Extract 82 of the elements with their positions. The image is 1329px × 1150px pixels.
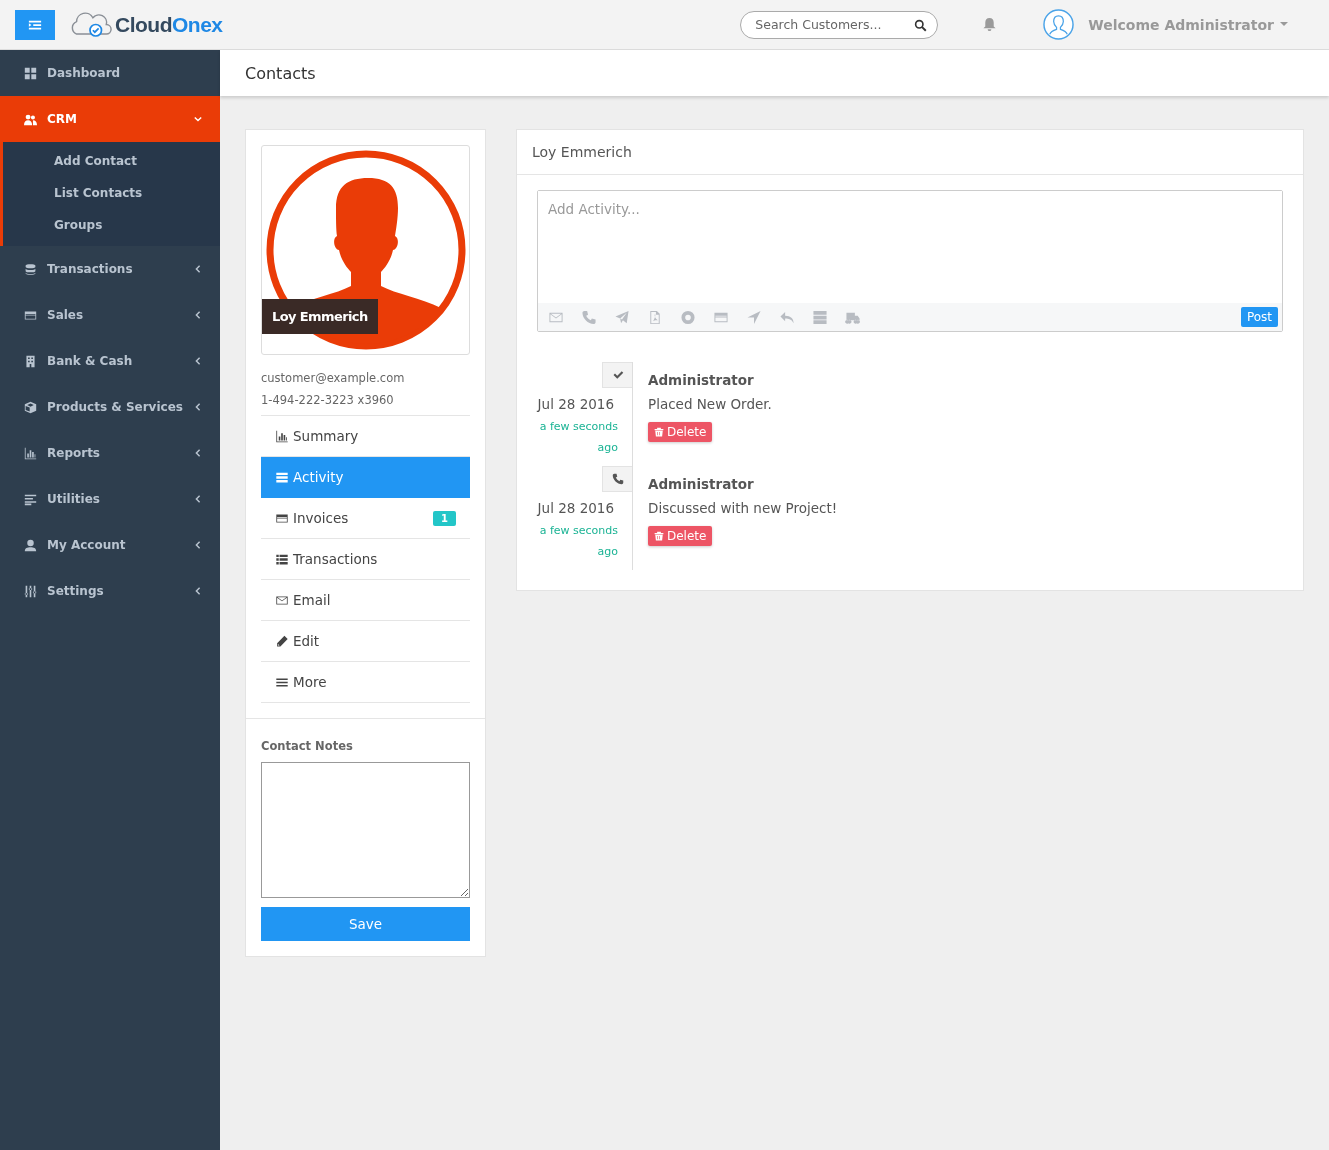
logo-text: CloudOnex xyxy=(115,12,223,37)
contact-email: customer@example.com xyxy=(261,371,406,385)
sidebar-item[interactable]: Utilities xyxy=(0,476,220,522)
chevron-left-icon xyxy=(194,357,202,365)
paper-plane-icon[interactable] xyxy=(614,309,630,325)
entry-date: Jul 28 2016 xyxy=(537,500,615,516)
sliders-icon xyxy=(24,584,37,598)
sidebar-item[interactable]: Transactions xyxy=(0,246,220,292)
notes-label: Contact Notes xyxy=(261,739,354,753)
contact-menu-item[interactable]: Email xyxy=(261,580,470,621)
bar-chart-icon xyxy=(24,446,37,460)
entry-date: Jul 28 2016 xyxy=(537,396,615,412)
chevron-left-icon xyxy=(194,495,202,503)
bell-icon[interactable] xyxy=(982,17,998,32)
entry-time: a few seconds ago xyxy=(538,419,619,456)
activity-card-title: Loy Emmerich xyxy=(517,130,1303,175)
sidebar-item[interactable]: Reports xyxy=(0,430,220,476)
contact-menu-item[interactable]: Invoices 1 xyxy=(261,498,470,539)
user-avatar-icon[interactable] xyxy=(1043,9,1075,40)
activity-composer[interactable]: Add Activity... Post xyxy=(537,190,1283,332)
page-title: Contacts xyxy=(245,63,316,83)
sidebar-item[interactable]: Products & Services xyxy=(0,384,220,430)
sidebar-item[interactable]: CRM xyxy=(0,96,220,142)
save-button[interactable]: Save xyxy=(261,907,470,941)
trash-icon xyxy=(654,531,664,541)
cube-icon xyxy=(24,400,37,414)
phone-icon[interactable] xyxy=(581,309,597,325)
user-icon xyxy=(24,538,37,552)
contact-menu-item[interactable]: More xyxy=(261,662,470,703)
name-caption: Loy Emmerich xyxy=(262,299,378,334)
contact-menu-item[interactable]: Transactions xyxy=(261,539,470,580)
card-icon xyxy=(275,511,289,525)
sidebar-item[interactable]: My Account xyxy=(0,522,220,568)
contact-menu-item[interactable]: Activity xyxy=(261,457,470,498)
card-icon xyxy=(24,308,37,322)
chevron-left-icon xyxy=(194,311,202,319)
delete-button[interactable]: Delete xyxy=(648,526,713,546)
submenu-item[interactable]: List Contacts xyxy=(3,177,220,209)
entry-author: Administrator xyxy=(648,476,755,492)
contact-phone: 1-494-222-3223 x3960 xyxy=(261,393,470,416)
chevron-left-icon xyxy=(194,265,202,273)
delete-button[interactable]: Delete xyxy=(648,422,713,442)
trash-icon xyxy=(654,427,664,437)
submenu-item[interactable]: Add Contact xyxy=(3,145,220,177)
entry-time: a few seconds ago xyxy=(538,523,619,560)
stack-icon xyxy=(275,470,289,484)
users-icon xyxy=(24,112,37,126)
grid-icon xyxy=(24,66,37,80)
submenu-item[interactable]: Groups xyxy=(3,209,220,241)
menu-icon xyxy=(275,675,289,689)
envelope-icon xyxy=(275,593,289,607)
menu-toggle-button[interactable] xyxy=(15,9,55,40)
bar-chart-icon xyxy=(275,429,289,443)
check-icon xyxy=(611,369,624,381)
notes-field[interactable] xyxy=(261,762,470,898)
lines-icon xyxy=(24,492,37,506)
building-icon xyxy=(24,354,37,368)
list-icon xyxy=(275,552,289,566)
post-button[interactable]: Post xyxy=(1240,307,1278,327)
server-icon[interactable] xyxy=(812,309,828,325)
count-badge: 1 xyxy=(433,510,456,526)
search-field[interactable]: Search Customers... xyxy=(740,10,939,39)
contact-menu-item[interactable]: Edit xyxy=(261,621,470,662)
chevron-left-icon xyxy=(194,449,202,457)
pdf-file-icon[interactable] xyxy=(647,309,663,325)
sidebar-item[interactable]: Sales xyxy=(0,292,220,338)
sidebar-item[interactable]: Settings xyxy=(0,568,220,614)
entry-text: Discussed with new Project! xyxy=(648,500,838,516)
search-icon[interactable] xyxy=(914,18,928,32)
caret-icon xyxy=(1280,22,1288,27)
database-icon xyxy=(24,262,37,276)
sidebar-item[interactable]: Bank & Cash xyxy=(0,338,220,384)
sidebar-item[interactable]: Dashboard xyxy=(0,50,220,96)
pencil-icon xyxy=(275,634,289,648)
chevron-left-icon xyxy=(194,403,202,411)
phone-icon xyxy=(611,473,624,485)
entry-text: Placed New Order. xyxy=(648,396,772,412)
chevron-down-icon xyxy=(194,115,202,123)
chevron-left-icon xyxy=(194,541,202,549)
location-arrow-icon[interactable] xyxy=(746,309,762,325)
entry-author: Administrator xyxy=(648,372,755,388)
chevron-left-icon xyxy=(194,587,202,595)
